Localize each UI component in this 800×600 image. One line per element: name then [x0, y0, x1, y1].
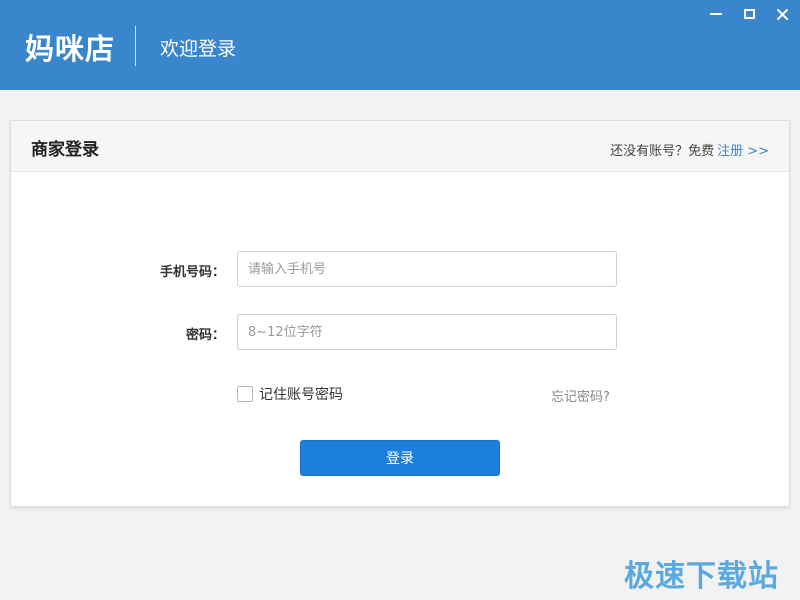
remember-label: 记住账号密码 — [259, 387, 343, 403]
register-prompt: 还没有账号？免费 — [610, 144, 715, 159]
maximize-button[interactable] — [738, 4, 760, 24]
minimize-button[interactable] — [705, 4, 727, 24]
welcome-text: 欢迎登录 — [160, 38, 237, 60]
password-input[interactable] — [237, 314, 617, 350]
close-icon — [776, 8, 788, 20]
phone-input[interactable] — [237, 251, 617, 287]
maximize-icon — [743, 9, 755, 19]
login-card-header: 商家登录 还没有账号？免费 注册 >> — [11, 121, 789, 172]
register-link[interactable]: 注册 >> — [717, 144, 769, 159]
app-logo-text: 妈咪店 — [25, 32, 116, 66]
login-card: 商家登录 还没有账号？免费注册 >> 手机号码： 密码： 记住账号密码 忘记密码… — [10, 120, 790, 507]
password-label: 密码： — [185, 328, 225, 343]
card-title: 商家登录 — [31, 140, 99, 160]
remember-checkbox-row[interactable]: 记住账号密码 — [237, 385, 343, 403]
remember-checkbox[interactable] — [237, 386, 253, 402]
register-hint: 还没有账号？免费 注册 >> — [610, 140, 769, 159]
phone-label: 手机号码： — [159, 265, 225, 280]
brand-divider — [135, 26, 136, 66]
title-bar: 妈咪店 欢迎登录 — [0, 0, 800, 90]
forgot-password-link[interactable]: 忘记密码? — [551, 386, 610, 405]
minimize-icon — [710, 13, 722, 15]
watermark-text: 极速下载站 — [624, 559, 779, 594]
close-button[interactable] — [771, 4, 793, 24]
login-button[interactable]: 登录 — [300, 440, 500, 476]
